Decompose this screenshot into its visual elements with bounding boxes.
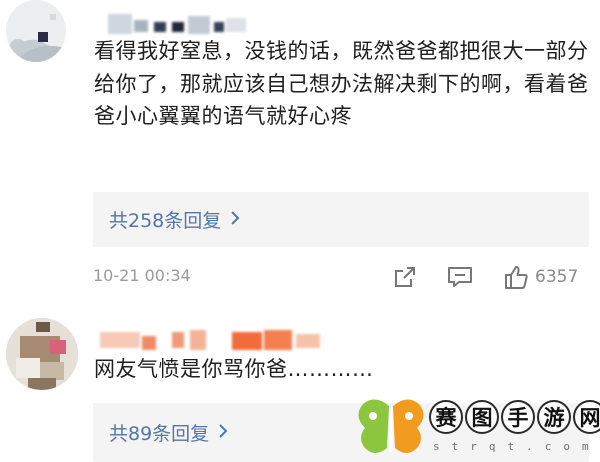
watermark-char: 赛 bbox=[429, 400, 463, 434]
comment-button[interactable] bbox=[447, 262, 473, 292]
watermark-char: 图 bbox=[465, 400, 499, 434]
like-icon bbox=[505, 266, 528, 289]
view-replies-button[interactable]: 共258条回复 bbox=[93, 192, 589, 247]
comment-icon bbox=[448, 267, 472, 287]
share-icon bbox=[395, 267, 415, 287]
avatar[interactable] bbox=[6, 0, 66, 62]
chevron-right-icon bbox=[217, 422, 229, 444]
like-button[interactable]: 6357 bbox=[503, 262, 578, 292]
watermark-char: 手 bbox=[501, 400, 535, 434]
butterfly-logo-icon bbox=[358, 399, 424, 453]
username-blurred[interactable] bbox=[108, 10, 248, 36]
share-button[interactable] bbox=[393, 262, 417, 292]
username-blurred[interactable] bbox=[100, 328, 332, 354]
comment-text: 网友气愤是你骂你爸………… bbox=[94, 357, 374, 381]
watermark-char: 网 bbox=[573, 400, 600, 434]
site-watermark: 赛 图 手 游 网 strqt.com bbox=[355, 396, 600, 462]
comment-text: 看得我好窒息，没钱的话，既然爸爸都把很大一部分给你了，那就应该自己想办法解决剩下… bbox=[94, 39, 589, 128]
watermark-text: 赛 图 手 游 网 bbox=[429, 400, 600, 434]
timestamp: 10-21 00:34 bbox=[93, 266, 191, 285]
reply-count: 共258条回复 bbox=[109, 210, 222, 232]
comment-item: 看得我好窒息，没钱的话，既然爸爸都把很大一部分给你了，那就应该自己想办法解决剩下… bbox=[0, 0, 600, 300]
like-count: 6357 bbox=[535, 267, 579, 287]
watermark-domain: strqt.com bbox=[433, 440, 600, 453]
chevron-right-icon bbox=[229, 209, 241, 231]
comment-meta: 10-21 00:34 6357 bbox=[93, 262, 593, 292]
watermark-char: 游 bbox=[537, 400, 571, 434]
avatar[interactable] bbox=[6, 318, 78, 390]
reply-count: 共89条回复 bbox=[109, 423, 210, 445]
